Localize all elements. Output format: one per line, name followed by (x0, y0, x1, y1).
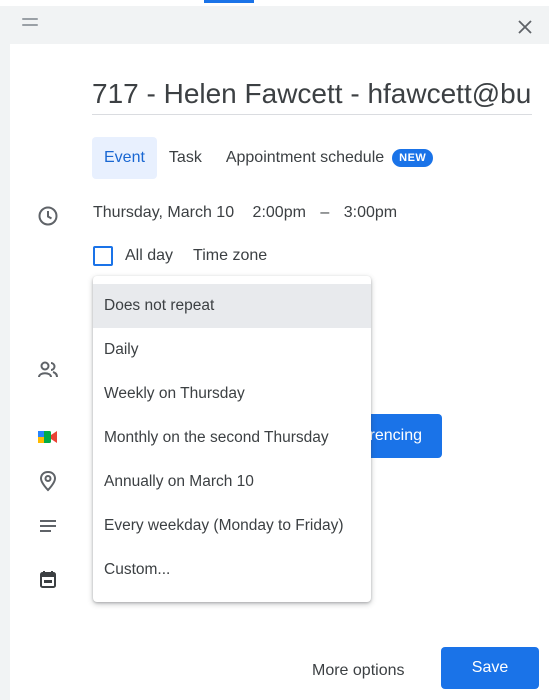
repeat-option-monthly[interactable]: Monthly on the second Thursday (93, 416, 371, 460)
repeat-option-weekdays[interactable]: Every weekday (Monday to Friday) (93, 504, 371, 548)
tab-task[interactable]: Task (157, 137, 214, 179)
save-button[interactable]: Save (441, 647, 539, 689)
event-datetime[interactable]: Thursday, March 10 2:00pm – 3:00pm (93, 204, 407, 222)
tab-label: Task (168, 149, 202, 166)
time-separator: – (320, 204, 330, 221)
event-start-time[interactable]: 2:00pm (253, 204, 306, 221)
allday-label[interactable]: All day (125, 247, 173, 265)
drag-handle-icon[interactable] (22, 18, 38, 30)
notes-icon (36, 514, 60, 538)
tab-event[interactable]: Event (92, 137, 157, 179)
close-button[interactable] (513, 15, 537, 39)
event-type-tabs: Event Task Appointment schedule NEW (92, 137, 445, 179)
event-end-time[interactable]: 3:00pm (344, 204, 397, 221)
conferencing-label: rencing (369, 427, 422, 444)
repeat-option-annually[interactable]: Annually on March 10 (93, 460, 371, 504)
tab-appointment-schedule[interactable]: Appointment schedule NEW (214, 137, 446, 179)
dialog-header[interactable] (10, 6, 549, 44)
meet-icon (36, 425, 60, 449)
more-options-button[interactable]: More options (300, 651, 417, 691)
clock-icon (36, 204, 60, 228)
repeat-option-custom[interactable]: Custom... (93, 548, 371, 592)
repeat-option-weekly[interactable]: Weekly on Thursday (93, 372, 371, 416)
tab-label: Appointment schedule (225, 149, 385, 166)
repeat-option-daily[interactable]: Daily (93, 328, 371, 372)
location-icon (36, 469, 60, 493)
allday-row: All day Time zone (93, 246, 267, 266)
tab-label: Event (104, 149, 145, 166)
allday-checkbox[interactable] (93, 246, 113, 266)
title-input[interactable] (92, 74, 532, 114)
new-badge: NEW (392, 149, 434, 167)
top-accent-bar (204, 0, 254, 3)
calendar-icon (36, 567, 60, 591)
event-date[interactable]: Thursday, March 10 (93, 204, 234, 221)
people-icon (36, 358, 60, 382)
close-icon (518, 20, 532, 34)
title-field[interactable] (92, 74, 532, 115)
event-dialog: Event Task Appointment schedule NEW Thur… (10, 6, 549, 700)
repeat-dropdown-menu: Does not repeat Daily Weekly on Thursday… (93, 276, 371, 602)
repeat-option-does-not-repeat[interactable]: Does not repeat (93, 284, 371, 328)
timezone-button[interactable]: Time zone (193, 247, 267, 265)
